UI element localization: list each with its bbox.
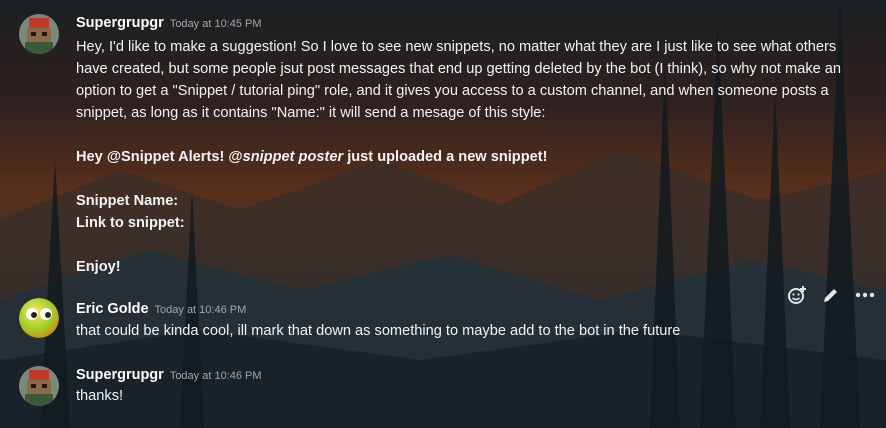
- message-timestamp: Today at 10:46 PM: [154, 304, 247, 316]
- message-author[interactable]: Supergrupgr Today at 10:45 PM: [76, 15, 262, 31]
- alert-template-line: Hey @Snippet Alerts! @snippet poster jus…: [76, 149, 548, 165]
- edit-icon[interactable]: [820, 284, 842, 306]
- avatar[interactable]: [19, 14, 59, 54]
- add-reaction-icon[interactable]: [786, 284, 808, 306]
- message-author[interactable]: Eric Golde Today at 10:46 PM: [76, 301, 246, 317]
- message-content: thanks!: [76, 388, 124, 404]
- message-content: Hey, I'd like to make a suggestion! So I…: [76, 36, 866, 278]
- chat-messages: Supergrupgr Today at 10:45 PM Hey, I'd li…: [0, 0, 886, 428]
- message-paragraph: Hey, I'd like to make a suggestion! So I…: [76, 39, 842, 121]
- message-content: that could be kinda cool, ill mark that …: [76, 323, 681, 339]
- message-timestamp: Today at 10:46 PM: [169, 370, 262, 382]
- avatar[interactable]: [19, 298, 59, 338]
- message-toolbar: [786, 284, 876, 306]
- snippet-link-field: Link to snippet:: [76, 215, 185, 231]
- snippet-name-field: Snippet Name:: [76, 193, 179, 209]
- avatar[interactable]: [19, 366, 59, 406]
- message-author[interactable]: Supergrupgr Today at 10:46 PM: [76, 367, 262, 383]
- closing-line: Enjoy!: [76, 259, 121, 275]
- more-options-icon[interactable]: [854, 284, 876, 306]
- message-timestamp: Today at 10:45 PM: [169, 18, 262, 30]
